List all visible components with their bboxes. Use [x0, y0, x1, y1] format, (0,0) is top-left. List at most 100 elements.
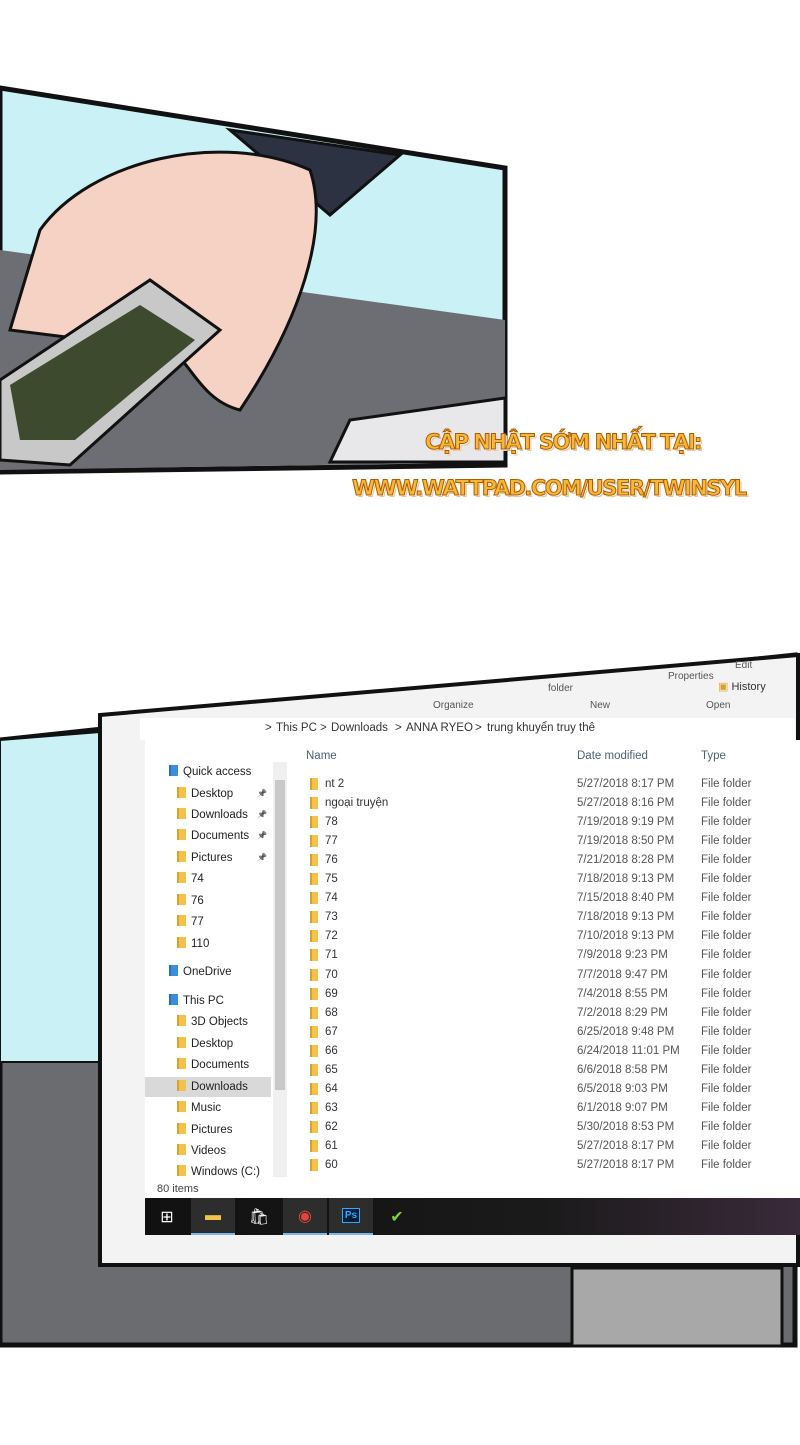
nav-item[interactable]: Pictures: [145, 1120, 271, 1140]
file-row[interactable]: 66 6/24/2018 11:01 PM File folder: [305, 1042, 785, 1061]
nav-item-label: Pictures: [191, 1124, 233, 1136]
nav-item[interactable]: Music: [145, 1098, 271, 1118]
nav-item[interactable]: Pictures 📌: [145, 848, 271, 868]
file-row[interactable]: 63 6/1/2018 9:07 PM File folder: [305, 1099, 785, 1118]
nav-item-label: Videos: [191, 1145, 226, 1157]
nav-item[interactable]: This PC: [145, 991, 271, 1011]
file-row[interactable]: 71 7/9/2018 9:23 PM File folder: [305, 946, 785, 965]
nav-item[interactable]: Downloads 📌: [145, 805, 271, 825]
nav-item[interactable]: 77: [145, 912, 271, 932]
nav-item-label: 74: [191, 873, 204, 885]
file-row[interactable]: 69 7/4/2018 8:55 PM File folder: [305, 985, 785, 1004]
properties-button[interactable]: Properties: [668, 671, 714, 682]
status-item-count: 80 items: [157, 1183, 199, 1195]
address-bar[interactable]: > This PC > Downloads > ANNA RYEO > trun…: [140, 718, 795, 740]
new-folder-button[interactable]: folder: [548, 683, 573, 694]
breadcrumb-this-pc[interactable]: This PC: [276, 722, 317, 734]
file-row[interactable]: 70 7/7/2018 9:47 PM File folder: [305, 966, 785, 985]
pin-icon[interactable]: 📌: [257, 826, 267, 846]
file-row[interactable]: 73 7/18/2018 9:13 PM File folder: [305, 908, 785, 927]
nav-item[interactable]: Videos: [145, 1141, 271, 1161]
breadcrumb-current[interactable]: trung khuyển truy thê: [487, 722, 595, 734]
file-row[interactable]: 76 7/21/2018 8:28 PM File folder: [305, 851, 785, 870]
file-date: 5/27/2018 8:17 PM: [577, 778, 675, 790]
nav-item-label: Documents: [191, 830, 250, 842]
edit-button[interactable]: Edit: [735, 660, 752, 671]
file-type: File folder: [701, 1044, 752, 1057]
pin-icon[interactable]: 📌: [257, 848, 267, 868]
file-name: 73: [325, 911, 338, 924]
file-type: File folder: [701, 930, 752, 943]
folder-icon: [310, 1139, 318, 1152]
checkmark-app-taskbar-button[interactable]: ✔: [375, 1198, 419, 1235]
breadcrumb-sep: >: [265, 722, 272, 734]
nav-item-label: OneDrive: [183, 966, 232, 978]
column-header-name[interactable]: Name: [306, 750, 337, 762]
file-row[interactable]: 60 5/27/2018 8:17 PM File folder: [305, 1156, 785, 1175]
pin-icon[interactable]: 📌: [257, 805, 267, 825]
nav-item-label: Documents: [191, 1059, 250, 1071]
file-explorer-taskbar-button[interactable]: ▬: [191, 1198, 235, 1235]
file-row[interactable]: 72 7/10/2018 9:13 PM File folder: [305, 927, 785, 946]
file-row[interactable]: 68 7/2/2018 8:29 PM File folder: [305, 1004, 785, 1023]
ribbon-group-organize: Organize: [433, 700, 474, 711]
file-type: File folder: [701, 949, 752, 962]
file-type: File folder: [701, 835, 752, 848]
breadcrumb-anna-ryeo[interactable]: ANNA RYEO: [406, 722, 473, 734]
file-row[interactable]: nt 2 5/27/2018 8:17 PM File folder: [305, 775, 785, 794]
nav-item[interactable]: 76: [145, 891, 271, 911]
nav-item[interactable]: 110: [145, 934, 271, 954]
file-row[interactable]: 64 6/5/2018 9:03 PM File folder: [305, 1080, 785, 1099]
breadcrumb-sep: >: [395, 722, 402, 734]
file-row[interactable]: 77 7/19/2018 8:50 PM File folder: [305, 832, 785, 851]
nav-item[interactable]: 74: [145, 869, 271, 889]
folder-icon: [310, 1101, 318, 1114]
nav-item[interactable]: Downloads: [145, 1077, 271, 1097]
file-type: File folder: [701, 968, 752, 981]
breadcrumb-downloads[interactable]: Downloads: [331, 722, 388, 734]
nav-item[interactable]: 3D Objects: [145, 1012, 271, 1032]
nav-item[interactable]: Documents: [145, 1055, 271, 1075]
folder-icon: [310, 854, 318, 867]
file-row[interactable]: 74 7/15/2018 8:40 PM File folder: [305, 889, 785, 908]
navigation-pane: Quick access Desktop 📌 Downloads 📌 Documents 📌…: [145, 762, 271, 1178]
file-date: 7/21/2018 8:28 PM: [577, 854, 675, 867]
nav-item[interactable]: Quick access: [145, 762, 271, 782]
chrome-taskbar-button[interactable]: ◉: [283, 1198, 327, 1235]
pin-icon[interactable]: 📌: [257, 784, 267, 804]
file-date: 7/15/2018 8:40 PM: [577, 892, 675, 905]
column-header-type[interactable]: Type: [701, 750, 726, 762]
file-row[interactable]: 62 5/30/2018 8:53 PM File folder: [305, 1118, 785, 1137]
taskbar: ⊞ ▬ 🛍 ◉ Ps ✔: [145, 1198, 800, 1235]
history-button[interactable]: ▣ History: [718, 680, 766, 693]
watermark-line-2: WWW.WATTPAD.COM/USER/TWINSYL: [352, 476, 748, 501]
file-row[interactable]: 75 7/18/2018 9:13 PM File folder: [305, 870, 785, 889]
nav-item[interactable]: OneDrive: [145, 962, 271, 982]
nav-item[interactable]: Desktop 📌: [145, 784, 271, 804]
windows-start-taskbar-button[interactable]: ⊞: [145, 1198, 189, 1235]
store-taskbar-button[interactable]: 🛍: [237, 1198, 281, 1235]
folder-icon: [310, 873, 318, 886]
file-type: File folder: [701, 1101, 752, 1114]
file-name: 76: [325, 854, 338, 867]
nav-item[interactable]: Documents 📌: [145, 826, 271, 846]
nav-item-label: 77: [191, 916, 204, 928]
file-name: 75: [325, 873, 338, 886]
nav-item[interactable]: Desktop: [145, 1034, 271, 1054]
nav-item-label: 76: [191, 895, 204, 907]
file-date: 5/30/2018 8:53 PM: [577, 1120, 675, 1133]
drive-icon: [177, 1165, 186, 1176]
photoshop-taskbar-button[interactable]: Ps: [329, 1198, 373, 1235]
nav-item[interactable]: Windows (C:): [145, 1162, 271, 1182]
cloud-icon: [169, 965, 178, 976]
file-name: 68: [325, 1006, 338, 1019]
nav-scrollbar[interactable]: [273, 762, 287, 1177]
column-header-date[interactable]: Date modified: [577, 750, 648, 762]
file-row[interactable]: 65 6/6/2018 8:58 PM File folder: [305, 1061, 785, 1080]
file-row[interactable]: 61 5/27/2018 8:17 PM File folder: [305, 1137, 785, 1156]
file-row[interactable]: ngoại truyện 5/27/2018 8:16 PM File folder: [305, 794, 785, 813]
file-row[interactable]: 67 6/25/2018 9:48 PM File folder: [305, 1023, 785, 1042]
file-date: 7/18/2018 9:13 PM: [577, 873, 675, 886]
scrollbar-thumb[interactable]: [275, 780, 285, 1090]
file-row[interactable]: 78 7/19/2018 9:19 PM File folder: [305, 813, 785, 832]
